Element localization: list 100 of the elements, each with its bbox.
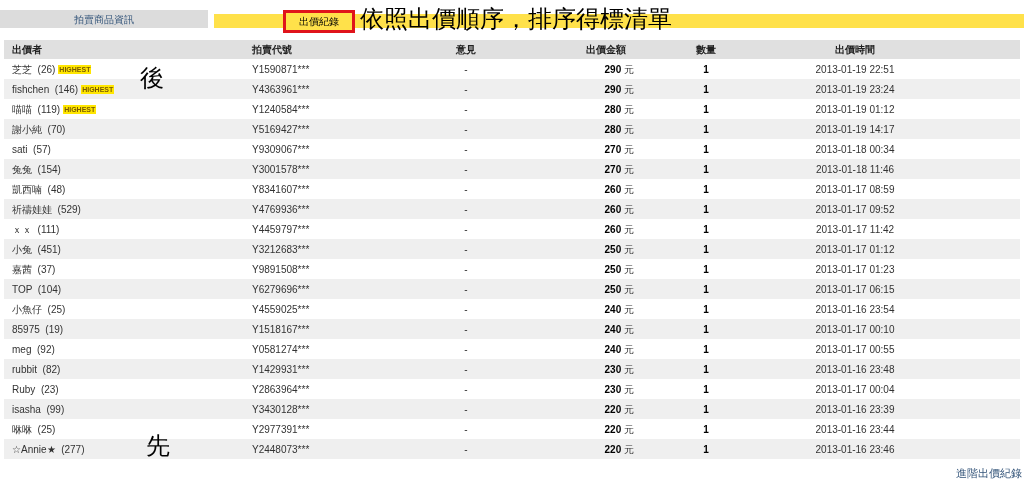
table-cell-text: Y6279696***	[252, 282, 311, 297]
table-cell-text: 2013-01-17 00:55	[814, 342, 896, 357]
table-cell-text: -	[463, 142, 469, 157]
table-cell-text: 270 元	[603, 162, 635, 177]
table-cell-text: -	[463, 122, 469, 137]
table-cell-text: 2013-01-18 11:46	[814, 162, 896, 177]
table-cell-text: 1	[702, 182, 710, 197]
table-cell-text: -	[463, 162, 469, 177]
table-cell-text: -	[463, 82, 469, 97]
table-cell-text: -	[463, 262, 469, 277]
table-cell-text: 1	[702, 402, 710, 417]
table-cell-text: -	[463, 222, 469, 237]
table-cell-text: Y1429931***	[252, 362, 311, 377]
table-cell-text: 1	[702, 82, 710, 97]
table-cell-text: Y4459797***	[252, 222, 311, 237]
table-cell-text: 240 元	[603, 342, 635, 357]
table-cell-text: Y4559025***	[252, 302, 311, 317]
tab[interactable]: 拍賣商品資訊	[0, 10, 208, 28]
table-cell-text: 260 元	[603, 182, 635, 197]
table-cell-text: 260 元	[603, 222, 635, 237]
table-cell-text: 2013-01-17 09:52	[814, 202, 896, 217]
table-cell-text: Y3430128***	[252, 402, 311, 417]
table-cell-text: -	[463, 182, 469, 197]
bidder-name: 85975 (19)	[12, 322, 64, 337]
table-cell-text: -	[463, 282, 469, 297]
bidder-name: fishchen (146)	[12, 82, 79, 97]
table-cell-text: Y4363961***	[252, 82, 311, 97]
table-cell-text: Y1518167***	[252, 322, 311, 337]
table-cell-text: 2013-01-16 23:54	[814, 302, 896, 317]
table-cell-text: 220 元	[603, 422, 635, 437]
table-cell-text: 1	[702, 382, 710, 397]
table-cell-text: 2013-01-17 08:59	[814, 182, 896, 197]
table-cell-text: 250 元	[603, 242, 635, 257]
table-cell-text: -	[463, 242, 469, 257]
table-cell-text: 1	[702, 122, 710, 137]
advanced-bid-history-link[interactable]: 進階出價紀錄	[956, 465, 1022, 482]
bidder-name: 祈禱娃娃 (529)	[12, 202, 81, 217]
table-cell-text: 2013-01-16 23:44	[814, 422, 896, 437]
table-cell-text: 1	[702, 262, 710, 277]
table-cell-text: 290 元	[603, 62, 635, 77]
bidder-name: 謝小純 (70)	[12, 122, 66, 137]
table-cell-text: Y5169427***	[252, 122, 311, 137]
table-cell-text: Y3001578***	[252, 162, 311, 177]
table-cell-text: Y2448073***	[252, 442, 311, 457]
table-cell-text: Y2977391***	[252, 422, 311, 437]
table-cell-text: 1	[702, 62, 710, 77]
table-cell-text: Y8341607***	[252, 182, 311, 197]
table-cell-text: 1	[702, 162, 710, 177]
table-cell-text: 1	[702, 142, 710, 157]
table-cell-text: 250 元	[603, 282, 635, 297]
table-cell-text: 2013-01-17 01:12	[814, 242, 896, 257]
bidder-name: 喵喵 (119)	[12, 102, 61, 117]
table-cell-text: -	[463, 362, 469, 377]
table-cell-text: 2013-01-19 14:17	[814, 122, 896, 137]
table-cell-text: Y0581274***	[252, 342, 311, 357]
table-cell-text: 230 元	[603, 362, 635, 377]
table-cell-text: -	[463, 102, 469, 117]
table-cell-text: 2013-01-19 22:51	[814, 62, 896, 77]
bidder-name: 小兔 (451)	[12, 242, 61, 257]
table-cell-text: -	[463, 302, 469, 317]
table-cell-text: 2013-01-17 00:04	[814, 382, 896, 397]
bidder-name: isasha (99)	[12, 402, 65, 417]
table-cell-text: -	[463, 402, 469, 417]
bidder-name: sati (57)	[12, 142, 51, 157]
table-cell-text: -	[463, 342, 469, 357]
table-cell-text: 1	[702, 322, 710, 337]
table-cell-text: 2013-01-16 23:39	[814, 402, 896, 417]
bidder-name: meg (92)	[12, 342, 55, 357]
table-cell-text: -	[463, 382, 469, 397]
table-cell-text: Y9891508***	[252, 262, 311, 277]
table-cell-text: 2013-01-19 01:12	[814, 102, 896, 117]
table-cell-text: 250 元	[603, 262, 635, 277]
table-cell-text: -	[463, 202, 469, 217]
bidder-name: Ruby (23)	[12, 382, 59, 397]
table-cell-text: 280 元	[603, 122, 635, 137]
table-cell-text: Y9309067***	[252, 142, 311, 157]
table-cell-text: Y3212683***	[252, 242, 311, 257]
table-cell-text: 270 元	[603, 142, 635, 157]
table-cell-text: 1	[702, 302, 710, 317]
table-cell-text: 230 元	[603, 382, 635, 397]
column-header: 出價金額	[585, 43, 627, 57]
table-cell-text: 2013-01-17 01:23	[814, 262, 896, 277]
table-cell-text: 1	[702, 242, 710, 257]
table-cell-text: -	[463, 422, 469, 437]
table-cell-text: 1	[702, 102, 710, 117]
table-cell-text: 2013-01-19 23:24	[814, 82, 896, 97]
tab[interactable]: 出價紀錄	[283, 10, 355, 33]
table-cell-text: 2013-01-16 23:48	[814, 362, 896, 377]
table-cell-text: 220 元	[603, 402, 635, 417]
table-cell-text: 2013-01-17 11:42	[814, 222, 896, 237]
bidder-name: ☆Annie★ (277)	[12, 442, 85, 457]
bidder-name: 咻咻 (25)	[12, 422, 56, 437]
column-header: 意見	[455, 43, 477, 57]
bidder-name: rubbit (82)	[12, 362, 61, 377]
table-cell-text: 1	[702, 342, 710, 357]
table-cell-text: -	[463, 442, 469, 457]
table-cell-text: 2013-01-18 00:34	[814, 142, 896, 157]
bidder-name: 芝芝 (26)	[12, 62, 56, 77]
table-cell-text: -	[463, 322, 469, 337]
table-cell-text: 1	[702, 222, 710, 237]
